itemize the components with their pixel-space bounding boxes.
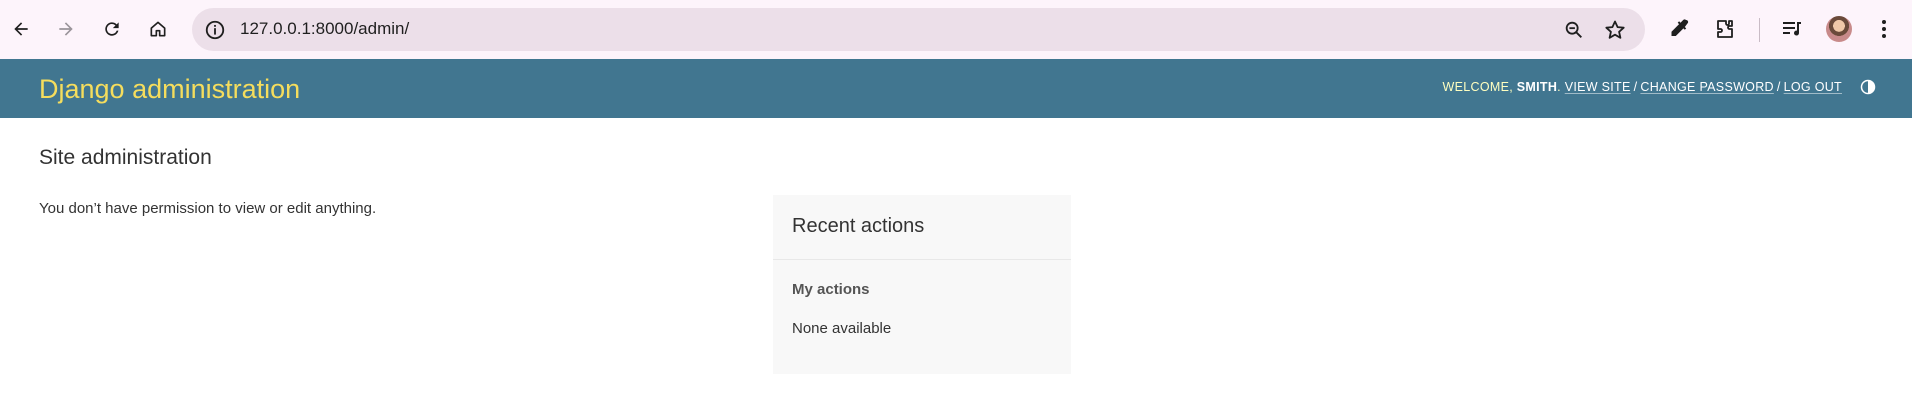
change-password-link[interactable]: CHANGE PASSWORD	[1640, 80, 1773, 94]
profile-avatar[interactable]	[1826, 16, 1852, 42]
username: SMITH	[1516, 80, 1558, 94]
zoom-icon[interactable]	[1563, 19, 1585, 41]
view-site-link[interactable]: VIEW SITE	[1565, 80, 1631, 94]
reload-icon	[105, 22, 119, 36]
toolbar-divider	[1759, 18, 1760, 42]
forward-button[interactable]	[48, 11, 84, 47]
extensions-icon[interactable]	[1713, 17, 1737, 41]
url-text[interactable]: 127.0.0.1:8000/admin/	[240, 19, 409, 39]
theme-toggle-icon[interactable]	[1860, 79, 1876, 95]
site-branding[interactable]: Django administration	[39, 74, 300, 105]
my-actions-heading: My actions	[792, 281, 870, 298]
empty-actions-text: None available	[792, 320, 892, 337]
home-icon	[150, 21, 166, 37]
media-controls-icon[interactable]	[1780, 17, 1804, 41]
arrow-right-icon	[59, 22, 73, 36]
eyedropper-icon[interactable]	[1667, 17, 1691, 41]
log-out-link[interactable]: LOG OUT	[1784, 80, 1842, 94]
browser-toolbar: 127.0.0.1:8000/admin/	[0, 0, 1912, 59]
arrow-left-icon	[14, 22, 28, 36]
separator: /	[1633, 80, 1638, 94]
page-title: Site administration	[39, 146, 212, 169]
reload-button[interactable]	[94, 11, 130, 47]
home-button[interactable]	[140, 11, 176, 47]
address-bar[interactable]: 127.0.0.1:8000/admin/	[192, 8, 1645, 51]
back-button[interactable]	[3, 11, 39, 47]
site-info-icon[interactable]	[204, 19, 226, 41]
module-divider	[773, 259, 1071, 260]
recent-actions-title: Recent actions	[792, 215, 925, 237]
separator: /	[1776, 80, 1781, 94]
welcome-text: WELCOME,	[1442, 80, 1513, 94]
permission-message: You don’t have permission to view or edi…	[39, 200, 377, 217]
more-menu-icon[interactable]	[1872, 17, 1896, 41]
user-tools: WELCOME, SMITH. VIEW SITE / CHANGE PASSWOR…	[1442, 80, 1842, 94]
recent-actions-module: Recent actions My actions None available	[773, 195, 1071, 374]
admin-header: Django administration WELCOME, SMITH. VI…	[0, 59, 1912, 118]
bookmark-star-icon[interactable]	[1603, 18, 1627, 42]
